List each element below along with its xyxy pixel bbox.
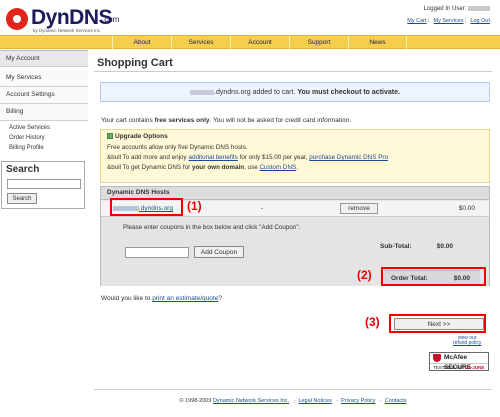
footer-privacy-link[interactable]: Privacy Policy	[341, 398, 375, 404]
log-out-link[interactable]: Log Out	[470, 18, 490, 24]
my-services-link[interactable]: My Services	[434, 18, 464, 24]
upgrade-line-3: &bull To get Dynamic DNS for your own do…	[107, 164, 298, 171]
coupon-input[interactable]	[125, 247, 189, 258]
upgrade-line-2: &bull To add more and enjoy additonal be…	[107, 154, 388, 161]
mcafee-tested: TESTED DAILY 29-JUNE	[430, 363, 488, 371]
main-nav: About Services Account Support News	[0, 35, 500, 49]
nav-news[interactable]: News	[348, 36, 407, 49]
upgrade-options-panel: Upgrade Options Free accounts allow only…	[100, 129, 490, 183]
footer-legal-link[interactable]: Legal Notices	[298, 398, 331, 404]
dyndns-logo[interactable]: DynDNS .com by Dynamic Network Services …	[6, 6, 146, 34]
search-button[interactable]: Search	[7, 193, 37, 204]
sidebar-billing[interactable]: Billing	[0, 104, 88, 121]
footer-company-link[interactable]: Dynamic Network Services Inc.	[213, 398, 289, 404]
sidebar-billing-profile[interactable]: Billing Profile	[0, 143, 88, 153]
nav-account[interactable]: Account	[230, 36, 289, 49]
logged-in-status: Logged In User:	[424, 6, 490, 12]
footer-contacts-link[interactable]: Contacts	[385, 398, 407, 404]
notice-bold: You must checkout to activate.	[297, 89, 400, 96]
title-divider	[94, 71, 492, 72]
annotation-box-2	[381, 267, 486, 286]
subtotal-value: $0.00	[436, 243, 453, 250]
logged-in-label: Logged In User:	[423, 6, 467, 13]
logo-circle-icon	[6, 8, 28, 30]
subtotal-label: Sub-Total:	[380, 243, 412, 250]
add-coupon-button[interactable]: Add Coupon	[194, 246, 244, 258]
footer-divider	[94, 389, 492, 390]
nav-services[interactable]: Services	[171, 36, 230, 49]
custom-dns-link[interactable]: Custom DNS	[259, 164, 296, 171]
search-panel: Search Search	[1, 161, 85, 209]
notice-text: .dyndns.org added to cart.	[214, 89, 296, 96]
mcafee-secure-badge[interactable]: McAfee SECURE TESTED DAILY 29-JUNE	[429, 352, 489, 371]
free-services-text: Your cart contains free services only. Y…	[101, 117, 352, 124]
logo-tagline: by Dynamic Network Services Inc.	[33, 28, 102, 33]
mcafee-title: McAfee SECURE	[444, 354, 472, 371]
purchase-pro-link[interactable]: purchase Dynamic DNS Pro	[309, 154, 388, 161]
sidebar-my-account[interactable]: My Account	[0, 50, 88, 67]
annotation-box-3	[389, 314, 486, 333]
search-title: Search	[6, 164, 40, 175]
upgrade-title: Upgrade Options	[115, 133, 168, 140]
sidebar-account-settings[interactable]: Account Settings	[0, 87, 88, 104]
my-cart-link[interactable]: My Cart	[407, 18, 426, 24]
annotation-label-2: (2)	[357, 268, 372, 282]
remove-button[interactable]: remove	[340, 203, 378, 214]
sidebar: My Account My Services Account Settings …	[0, 50, 88, 390]
host-price: $0.00	[458, 205, 475, 212]
hostname-redacted	[190, 89, 215, 95]
annotation-box-1	[110, 198, 183, 216]
coupon-instructions: Please enter coupons in the box below an…	[123, 224, 301, 231]
print-estimate-link[interactable]: print an estimate/quote	[152, 295, 218, 302]
nav-about[interactable]: About	[112, 36, 171, 49]
search-input[interactable]	[7, 179, 81, 189]
sidebar-active-services[interactable]: Active Services	[0, 123, 88, 133]
host-dash: -	[261, 205, 264, 212]
upgrade-line-1: Free accounts allow only five Dynamic DN…	[107, 144, 248, 151]
nav-support[interactable]: Support	[289, 36, 348, 49]
estimate-text: Would you like to print an estimate/quot…	[101, 295, 222, 302]
logo-text: DynDNS	[31, 6, 113, 29]
annotation-label-3: (3)	[365, 315, 380, 329]
account-links: My Cart| My Services| Log Out	[407, 18, 490, 24]
cart-notice: .dyndns.org added to cart. You must chec…	[100, 82, 490, 102]
sidebar-order-history[interactable]: Order History	[0, 133, 88, 143]
refund-policy-link[interactable]: view our refund policy	[453, 336, 481, 346]
annotation-label-1: (1)	[187, 199, 202, 213]
footer: © 1998-2009 Dynamic Network Services Inc…	[179, 398, 407, 404]
page-title: Shopping Cart	[97, 57, 173, 69]
sidebar-my-services[interactable]: My Services	[0, 70, 88, 87]
username-redacted	[468, 6, 490, 11]
upgrade-icon	[107, 133, 113, 140]
additional-benefits-link[interactable]: additonal benefits	[188, 154, 237, 161]
logo-dotcom: .com	[102, 15, 120, 24]
